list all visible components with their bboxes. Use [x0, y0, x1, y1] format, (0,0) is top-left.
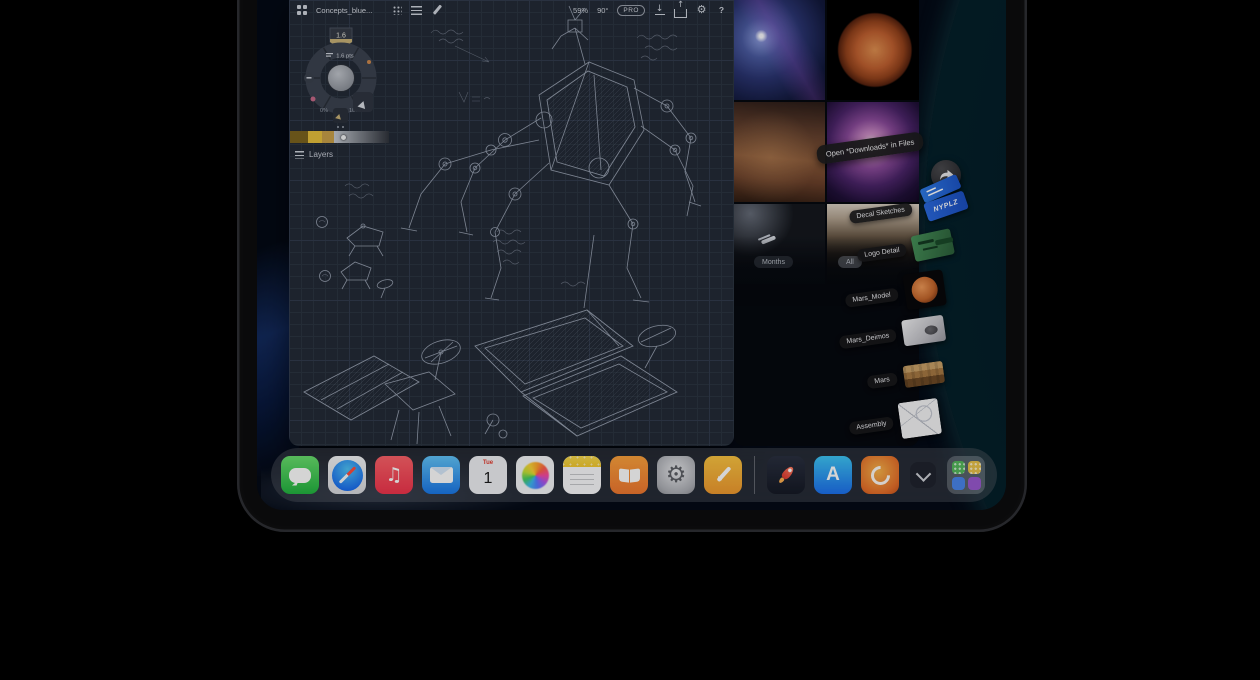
file-label: Assembly — [849, 416, 895, 435]
file-label: Mars_Deimos — [839, 328, 897, 349]
photos-flower-icon — [522, 462, 549, 489]
ipad-device: Concepts_blue... 59% 90° PRO ↓ ↑ ⚙ ? — [237, 0, 1027, 532]
file-label: Mars_Model — [845, 287, 899, 307]
dock-icon-safari[interactable] — [328, 456, 366, 494]
music-note-icon: ♫ — [385, 466, 402, 485]
dock-icon-rocket-app[interactable] — [767, 456, 805, 494]
drag-stack: Open *Downloads* in Files Decal Sketches… — [257, 0, 1005, 510]
dragged-file-item[interactable]: Mars_Deimos — [838, 315, 947, 356]
decal-text: NYPLZ — [932, 199, 958, 214]
safari-compass-icon — [332, 460, 363, 491]
dock-chevron-button[interactable] — [910, 462, 936, 488]
dock-icon-music[interactable]: ♫ — [375, 456, 413, 494]
mars-deimos-thumbnail — [901, 315, 946, 347]
mars-model-thumbnail — [902, 269, 947, 310]
mail-envelope-icon — [430, 467, 453, 483]
messages-bubble-icon — [289, 468, 311, 483]
dock-icon-app-library[interactable] — [947, 456, 985, 494]
books-open-book-icon — [619, 469, 640, 482]
drop-tooltip: Open *Downloads* in Files — [816, 131, 925, 165]
dock: ♫ Tue 1 ⚙ A — [271, 448, 997, 502]
file-label: Decal Sketches — [849, 202, 913, 224]
settings-gear-icon: ⚙ — [666, 464, 687, 487]
app-library-grid-icon — [952, 461, 981, 490]
dragged-file-item[interactable]: Mars — [866, 361, 945, 393]
dragged-file-item[interactable]: Assembly — [847, 398, 942, 446]
app-library-mini-green — [952, 461, 965, 474]
decal-thumbnail: NYPLZ — [915, 178, 969, 230]
pages-pen-icon — [713, 465, 733, 485]
dock-icon-settings[interactable]: ⚙ — [657, 456, 695, 494]
dock-icon-orange-ring-app[interactable] — [861, 456, 899, 494]
dock-icon-photos[interactable] — [516, 456, 554, 494]
logo-thumbnail — [911, 228, 956, 262]
dock-icon-notes[interactable] — [563, 456, 601, 494]
file-label: Mars — [866, 372, 897, 389]
calendar-weekday: Tue — [469, 460, 507, 466]
dock-icon-mail[interactable] — [422, 456, 460, 494]
ipad-screen: Concepts_blue... 59% 90° PRO ↓ ↑ ⚙ ? — [257, 0, 1006, 510]
scene: Concepts_blue... 59% 90° PRO ↓ ↑ ⚙ ? — [0, 0, 1260, 680]
file-label: Logo Detail — [857, 242, 908, 262]
dock-icon-pages[interactable] — [704, 456, 742, 494]
app-store-a-icon: A — [826, 464, 840, 486]
app-library-mini-blue — [952, 477, 965, 490]
dock-icon-messages[interactable] — [281, 456, 319, 494]
dock-icon-books[interactable] — [610, 456, 648, 494]
app-library-mini-purple — [968, 477, 981, 490]
calendar-day: 1 — [484, 470, 493, 488]
orange-ring-icon — [867, 462, 894, 489]
chevron-down-icon — [915, 466, 931, 482]
dock-separator — [754, 456, 755, 494]
dock-icon-app-store[interactable]: A — [814, 456, 852, 494]
dock-icon-calendar[interactable]: Tue 1 — [469, 456, 507, 494]
mars-thumbnail — [902, 361, 945, 388]
assembly-thumbnail — [898, 398, 943, 439]
dragged-file-item[interactable]: Mars_Model — [843, 269, 947, 318]
rocket-icon — [772, 461, 800, 489]
app-library-mini-yellow — [968, 461, 981, 474]
